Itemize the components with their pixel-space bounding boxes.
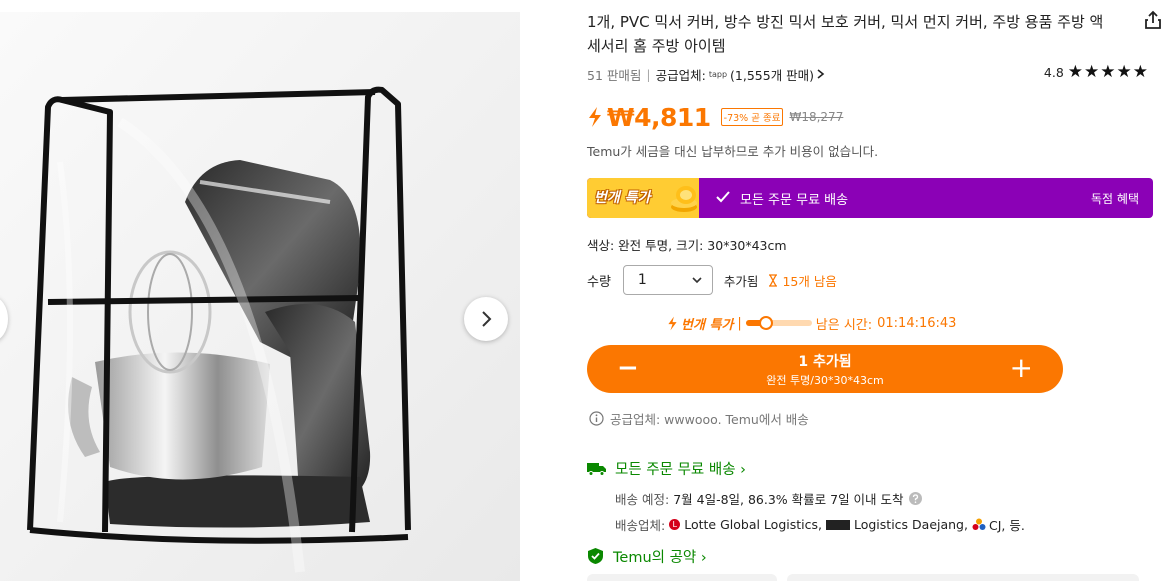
stock-text: 15개 남음 [782,273,837,289]
product-info-panel: 1개, PVC 믹서 커버, 방수 방진 믹서 보호 커버, 믹서 먼지 커버,… [587,0,1161,581]
rating[interactable]: 4.8 ★★★★★ [1044,64,1149,81]
supplier-link[interactable]: 공급업체: tapp (1,555개 판매) [656,65,825,84]
increase-quantity-button[interactable]: + [1010,354,1033,382]
stock-remaining: 15개 남음 [768,271,837,290]
product-gallery [0,12,520,581]
product-image[interactable] [0,12,520,581]
chevron-right-icon [817,69,825,79]
flash-deal-timer: 번개 특가 | 남은 시간: 01:14:16:43 [667,313,956,333]
carriers-row: 배송업체: L Lotte Global Logistics, Logistic… [615,515,1025,534]
sold-count: 51 판매됨 [587,67,642,83]
quantity-value: 1 [637,272,647,288]
original-price: ₩18,277 [789,110,844,124]
supplier-note-text: 공급업체: wwwooo. Temu에서 배송 [610,412,809,427]
flash-progress-bar [745,316,812,330]
help-icon[interactable] [908,492,922,505]
exclusive-benefit-link[interactable]: 독점 혜택 [1091,190,1139,207]
flash-separator: | [737,315,742,331]
supplier-label: 공급업체: [655,67,706,83]
flash-progress-knob [758,316,773,330]
time-remaining-label: 남은 시간: [815,317,873,333]
bottom-card-left [587,574,777,581]
rating-value: 4.8 [1043,65,1064,80]
carrier-lotte: L Lotte Global Logistics, [669,517,822,532]
bolt-icon [589,107,601,127]
info-icon [589,411,604,426]
daejang-logo-icon [825,519,850,530]
carrier-cj-text: CJ, 등. [988,518,1025,533]
coins-icon [671,186,697,212]
carrier-daejang: Logistics Daejang, [825,517,968,532]
selected-options[interactable]: 색상: 완전 투명, 크기: 30*30*43cm [587,235,787,254]
hourglass-icon [769,273,778,287]
supplier-note: 공급업체: wwwooo. Temu에서 배송 [589,409,809,428]
delivery-estimate-value: 7월 4일-8일, 86.3% 확률로 7일 이내 도착 [673,492,904,507]
time-remaining-value: 01:14:16:43 [877,315,957,331]
chevron-right-icon [482,311,492,327]
carrier-lotte-text: Lotte Global Logistics, [684,517,822,532]
free-shipping-text: 모든 주문 무료 배송 › [615,461,746,478]
carrier-daejang-text: Logistics Daejang, [853,517,968,532]
flash-deal-tag: 번개 특가 [587,178,699,218]
price-row: ₩4,811 -73% 곧 종료 ₩18,277 [587,101,843,133]
free-shipping-link[interactable]: 모든 주문 무료 배송 › [587,458,746,478]
lotte-logo-icon: L [669,519,681,530]
product-title: 1개, PVC 믹서 커버, 방수 방진 믹서 보호 커버, 믹서 먼지 커버,… [587,13,1104,55]
quantity-row: 수량 1 추가됨 15개 남음 [587,265,837,295]
flash-deal-tag-label: 번개 특가 [594,190,651,206]
cart-variant: 완전 투명/30*30*43cm [766,374,884,387]
check-icon [716,191,730,203]
bolt-icon [668,316,677,330]
meta-separator: | [646,66,651,82]
delivery-estimate-label: 배송 예정: [615,492,670,507]
next-image-button[interactable] [464,297,508,341]
temu-promise-link[interactable]: Temu의 공약 › [587,546,707,566]
cart-added-count: 1 추가됨 [798,354,852,370]
added-label: 추가됨 [723,273,759,289]
chevron-down-icon [692,277,702,284]
quantity-label: 수량 [587,274,611,290]
tax-note: Temu가 세금을 대신 납부하므로 추가 비용이 없습니다. [587,144,879,159]
promo-banner[interactable]: 번개 특가 모든 주문 무료 배송 독점 혜택 [587,178,1153,218]
temu-promise-text: Temu의 공약 › [613,549,707,566]
carrier-cj: CJ, 등. [972,515,1025,534]
truck-icon [587,462,606,476]
supplier-sales: (1,555개 판매) [730,67,815,83]
current-price: ₩4,811 [607,102,711,132]
carriers-label: 배송업체: [615,518,666,533]
discount-badge: -73% 곧 종료 [720,108,784,126]
share-icon[interactable] [1142,9,1164,31]
quantity-select[interactable]: 1 [622,265,713,295]
shield-check-icon [588,548,603,564]
flash-deal-text: 번개 특가 [681,317,734,333]
bottom-card-right [787,574,1139,581]
add-to-cart-button[interactable]: − 1 추가됨 완전 투명/30*30*43cm + [587,345,1063,393]
free-shipping-promo: 모든 주문 무료 배송 [740,193,849,208]
supplier-logo: tapp [708,69,728,79]
product-meta-row: 51 판매됨 | 공급업체: tapp (1,555개 판매) 4.8 ★★★★… [587,64,1153,84]
cj-logo-icon [972,518,986,530]
delivery-estimate: 배송 예정: 7월 4일-8일, 86.3% 확률로 7일 이내 도착 [615,489,922,508]
flash-deal-label: 번개 특가 [667,314,733,333]
star-rating-icons: ★★★★★ [1067,62,1149,82]
